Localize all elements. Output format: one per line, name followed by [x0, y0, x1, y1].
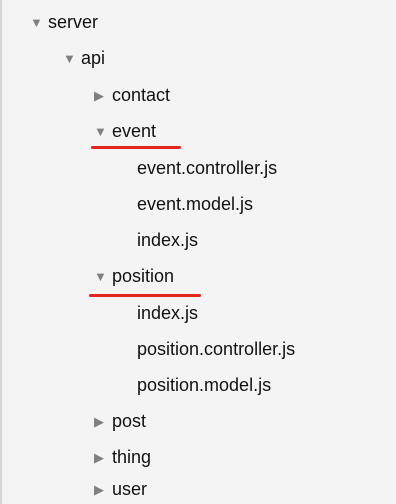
expanded-arrow-icon[interactable]: ▼: [63, 52, 81, 65]
file-item[interactable]: position.model.js: [137, 370, 271, 400]
collapsed-arrow-icon[interactable]: ▶: [94, 415, 112, 428]
collapsed-arrow-icon[interactable]: ▶: [94, 451, 112, 464]
file-label: index.js: [137, 303, 199, 323]
expanded-arrow-icon[interactable]: ▼: [94, 125, 112, 138]
folder-position[interactable]: ▼ position: [94, 261, 174, 291]
file-item[interactable]: event.model.js: [137, 189, 253, 219]
file-label: event.controller.js: [137, 158, 278, 178]
folder-post[interactable]: ▶ post: [94, 406, 146, 436]
folder-thing[interactable]: ▶ thing: [94, 442, 151, 472]
folder-server[interactable]: ▼ server: [30, 7, 98, 37]
folder-label: user: [112, 479, 148, 499]
file-item[interactable]: position.controller.js: [137, 334, 295, 364]
folder-api[interactable]: ▼ api: [63, 43, 105, 73]
collapsed-arrow-icon[interactable]: ▶: [94, 483, 112, 496]
collapsed-arrow-icon[interactable]: ▶: [94, 89, 112, 102]
file-label: index.js: [137, 230, 199, 250]
folder-label: position: [112, 266, 175, 286]
annotation-underline: [89, 294, 201, 297]
folder-label: thing: [112, 447, 152, 467]
expanded-arrow-icon[interactable]: ▼: [30, 16, 48, 29]
folder-label: contact: [112, 85, 171, 105]
expanded-arrow-icon[interactable]: ▼: [94, 270, 112, 283]
folder-label: api: [81, 48, 106, 68]
folder-label: server: [48, 12, 99, 32]
file-item[interactable]: index.js: [137, 225, 198, 255]
folder-label: post: [112, 411, 147, 431]
file-tree: ▼ server ▼ api ▶ contact ▼ event event.c…: [0, 0, 396, 504]
file-item[interactable]: event.controller.js: [137, 153, 277, 183]
file-item[interactable]: index.js: [137, 298, 198, 328]
annotation-underline: [91, 146, 181, 149]
file-label: position.controller.js: [137, 339, 296, 359]
file-label: position.model.js: [137, 375, 272, 395]
folder-event[interactable]: ▼ event: [94, 116, 156, 146]
folder-label: event: [112, 121, 157, 141]
file-label: event.model.js: [137, 194, 254, 214]
folder-user[interactable]: ▶ user: [94, 474, 147, 504]
folder-contact[interactable]: ▶ contact: [94, 80, 170, 110]
